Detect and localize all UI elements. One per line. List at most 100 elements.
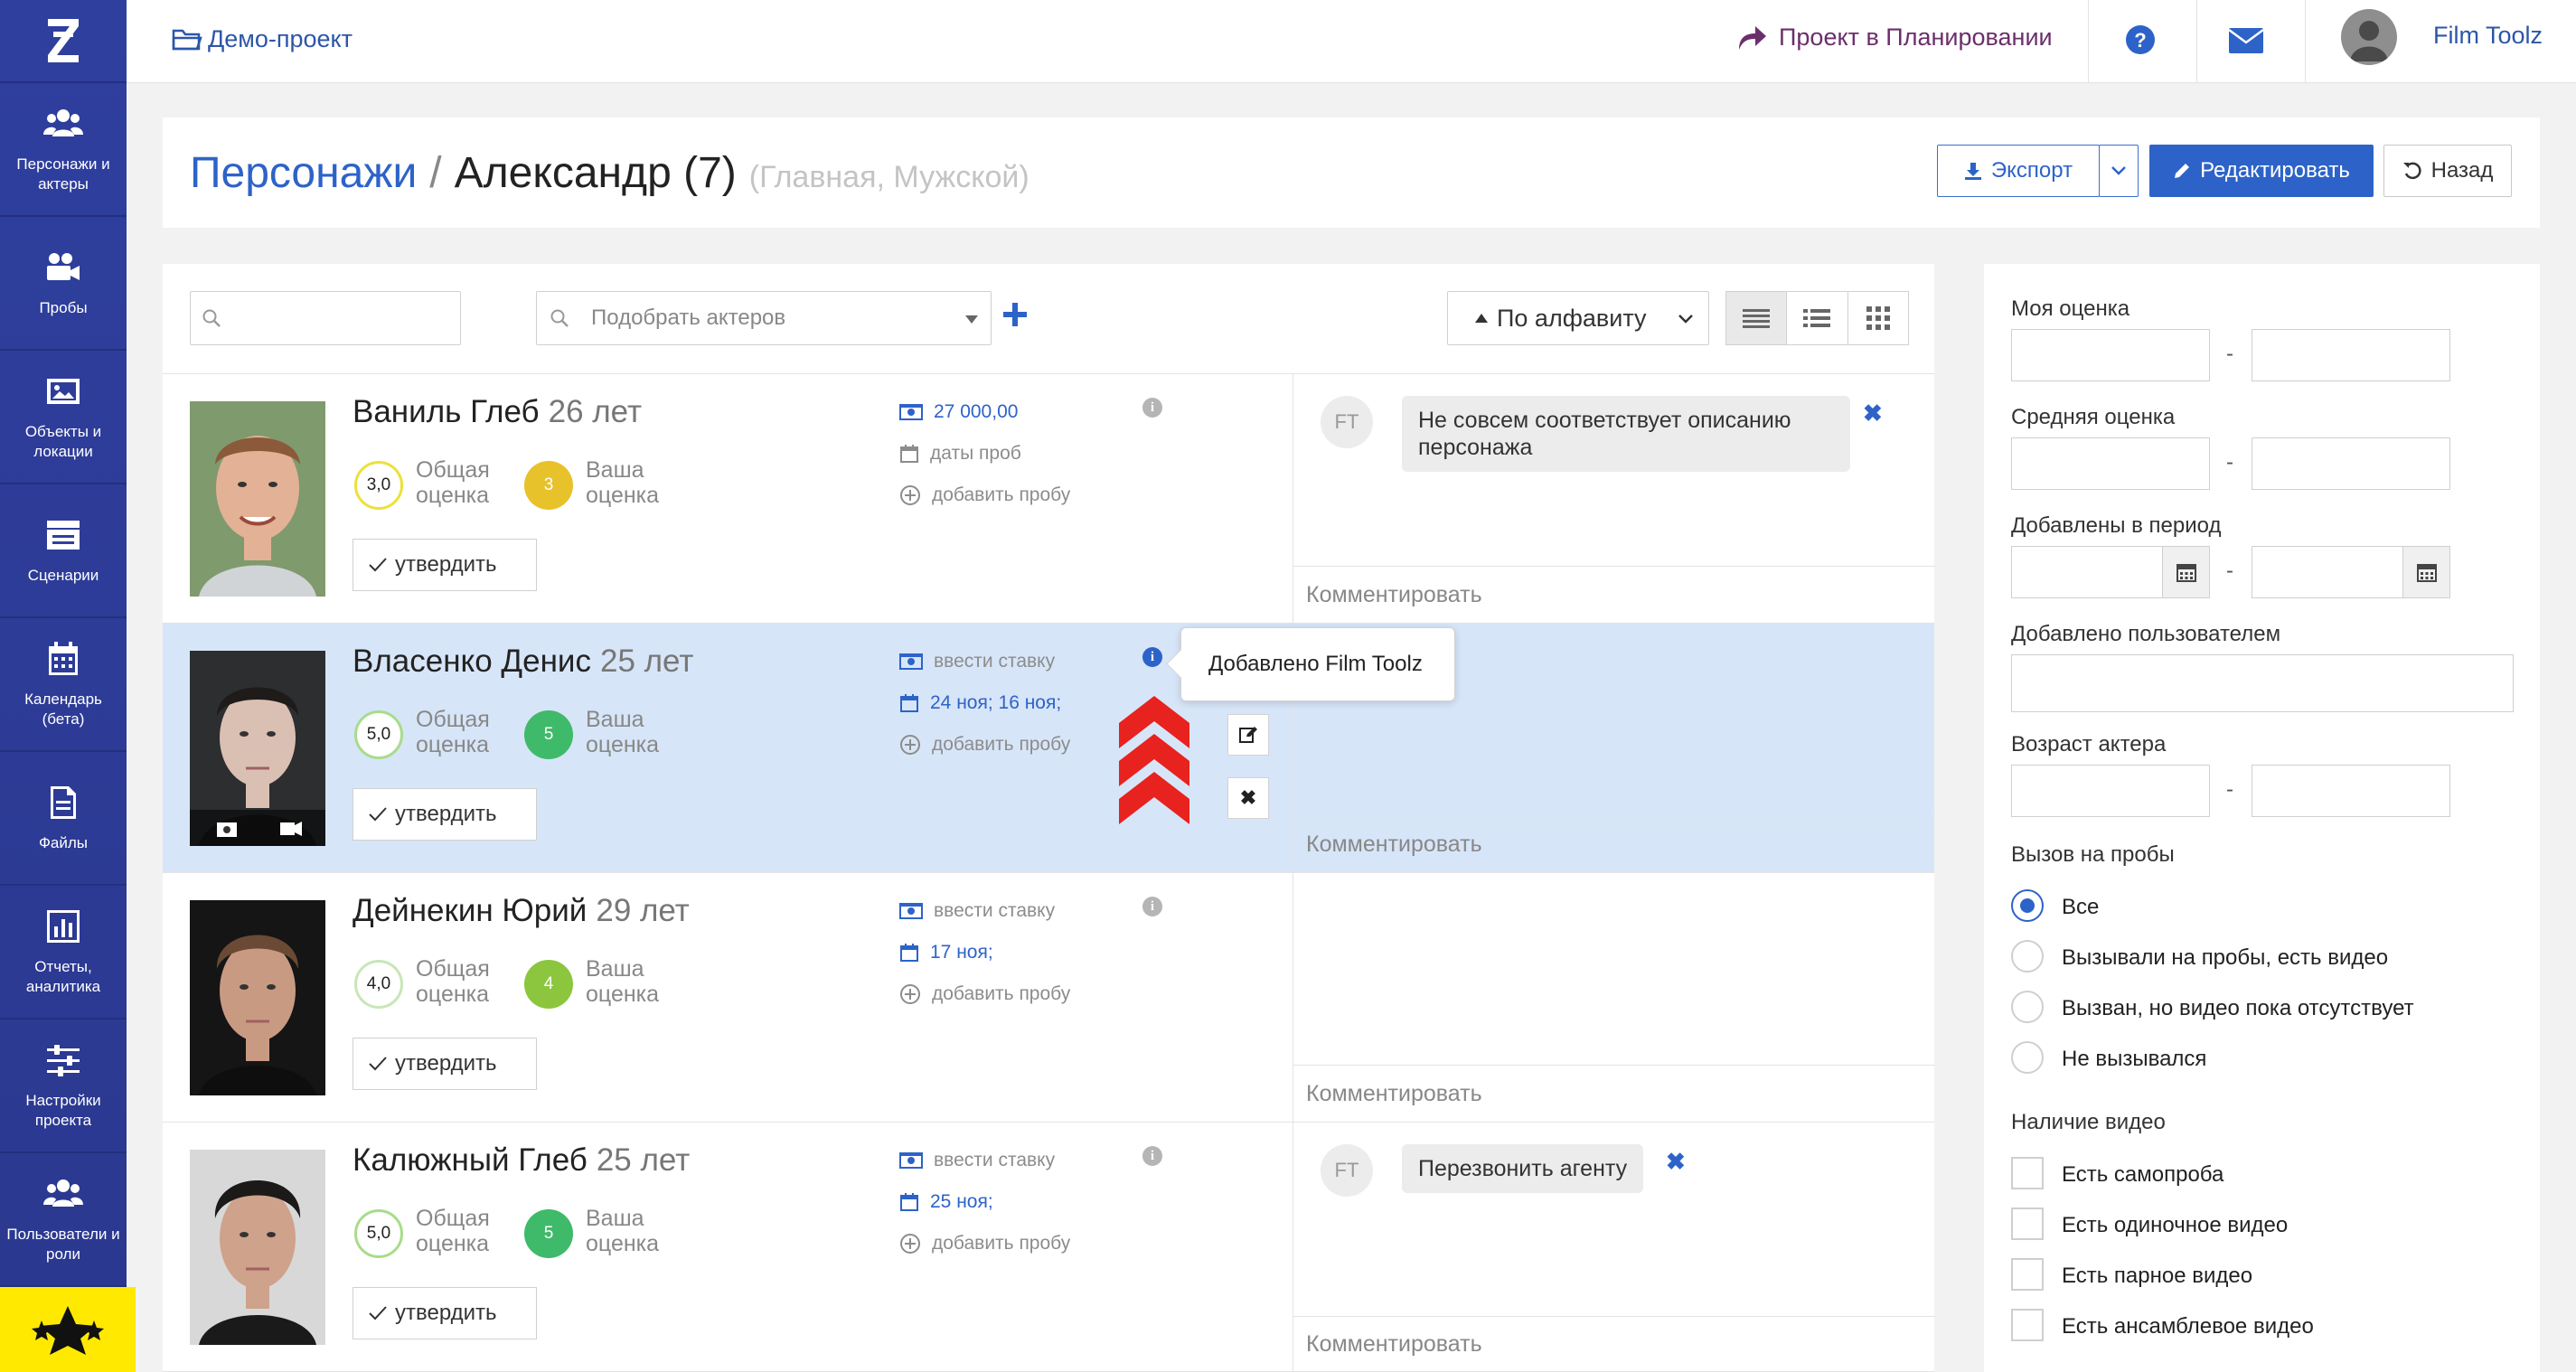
actor-name[interactable]: Власенко Денис 25 лет [353, 644, 693, 680]
camera-icon [47, 253, 80, 280]
app-logo[interactable] [0, 0, 127, 83]
back-button[interactable]: Назад [2383, 145, 2512, 197]
checkbox-pair-video[interactable] [2011, 1258, 2044, 1291]
sidebar-item-characters[interactable]: Персонажи и актеры [0, 83, 127, 217]
calendar-button[interactable] [2402, 547, 2449, 597]
mail-icon[interactable] [2228, 27, 2264, 59]
info-icon[interactable]: i [1142, 897, 1162, 916]
audition-dates-link[interactable]: даты проб [899, 443, 1021, 465]
sidebar-item-auditions[interactable]: Пробы [0, 217, 127, 351]
remove-actor-button[interactable]: ✖ [1227, 777, 1269, 819]
calendar-button[interactable] [2162, 547, 2209, 597]
avg-rating-to-input[interactable] [2252, 437, 2450, 490]
sidebar-item-files[interactable]: Файлы [0, 752, 127, 886]
radio-all[interactable] [2011, 889, 2044, 922]
rate-link[interactable]: ввести ставку [899, 651, 1055, 672]
sidebar-item-locations[interactable]: Объекты и локации [0, 351, 127, 484]
add-audition-link[interactable]: добавить пробу [899, 734, 1070, 756]
export-dropdown-button[interactable] [2099, 145, 2139, 197]
rate-link[interactable]: ввести ставку [899, 1150, 1055, 1171]
sidebar-item-calendar[interactable]: Календарь (бета) [0, 618, 127, 752]
comment-panel: Комментировать [1293, 873, 1935, 1123]
comment-input[interactable]: Комментировать [1293, 1065, 1935, 1123]
sidebar-item-label: Настройки проекта [25, 1092, 101, 1129]
project-status-link[interactable]: Проект в Планировании [1735, 23, 2053, 52]
avg-rating-from-input[interactable] [2011, 437, 2210, 490]
checkbox-self-tape[interactable] [2011, 1157, 2044, 1189]
radio-not-called[interactable] [2011, 1041, 2044, 1074]
approve-button[interactable]: утвердить [353, 788, 537, 841]
actor-name[interactable]: Ваниль Глеб 26 лет [353, 394, 642, 430]
actor-name[interactable]: Дейнекин Юрий 29 лет [353, 893, 690, 929]
actor-name[interactable]: Калюжный Глеб 25 лет [353, 1142, 690, 1179]
sidebar-item-settings[interactable]: Настройки проекта [0, 1020, 127, 1153]
my-rating-from-input[interactable] [2011, 329, 2210, 381]
comment-input[interactable]: Комментировать [1293, 815, 1935, 873]
sidebar-item-label: Отчеты, аналитика [25, 958, 101, 995]
view-grid-button[interactable] [1848, 292, 1908, 344]
delete-comment-icon[interactable]: ✖ [1666, 1148, 1686, 1176]
checkbox-ensemble-video[interactable] [2011, 1309, 2044, 1341]
actor-picker-select[interactable]: Подобрать актеров [536, 291, 992, 345]
my-score[interactable]: 4 [524, 960, 573, 1009]
actor-row[interactable]: Ваниль Глеб 26 лет 3,0 Общая оценка 3 Ваш… [163, 374, 1935, 624]
view-list-compact-button[interactable] [1726, 292, 1788, 344]
star-badge[interactable] [0, 1287, 136, 1372]
add-actor-button[interactable] [1003, 296, 1027, 333]
my-score[interactable]: 5 [524, 1209, 573, 1258]
priority-chevrons-icon[interactable] [1119, 696, 1189, 832]
edit-button[interactable]: Редактировать [2149, 145, 2374, 197]
checkbox-single-video[interactable] [2011, 1208, 2044, 1240]
comment-input[interactable]: Комментировать [1293, 1316, 1935, 1372]
info-icon[interactable]: i [1142, 1146, 1162, 1166]
period-from-input[interactable] [2011, 546, 2210, 598]
sort-select[interactable]: По алфавиту [1447, 291, 1709, 345]
age-to-input[interactable] [2252, 765, 2450, 817]
approve-button[interactable]: утвердить [353, 539, 537, 591]
info-icon[interactable]: i [1142, 398, 1162, 418]
view-list-button[interactable] [1787, 292, 1848, 344]
actor-row[interactable]: Калюжный Глеб 25 лет 5,0 Общая оценка 5 В… [163, 1123, 1935, 1372]
breadcrumb-characters[interactable]: Персонажи [190, 148, 417, 198]
audition-dates-link[interactable]: 24 ноя; 16 ноя; [899, 692, 1061, 714]
audition-dates-link[interactable]: 17 ноя; [899, 942, 993, 963]
edit-actor-button[interactable] [1227, 714, 1269, 756]
add-audition-link[interactable]: добавить пробу [899, 1233, 1070, 1255]
project-link[interactable]: Демо-проект [172, 25, 353, 53]
radio-called-with-video[interactable] [2011, 940, 2044, 973]
radio-called-no-video[interactable] [2011, 991, 2044, 1023]
export-button[interactable]: Экспорт [1937, 145, 2100, 197]
add-audition-link[interactable]: добавить пробу [899, 983, 1070, 1005]
add-audition-label: добавить пробу [932, 983, 1071, 1004]
actor-photo[interactable] [190, 1150, 325, 1345]
my-score[interactable]: 5 [524, 710, 573, 759]
info-icon[interactable]: i [1142, 647, 1162, 667]
avatar[interactable] [2341, 9, 2397, 65]
approve-button[interactable]: утвердить [353, 1038, 537, 1090]
user-name[interactable]: Film Toolz [2433, 22, 2543, 50]
age-from-input[interactable] [2011, 765, 2210, 817]
sidebar-item-users[interactable]: Пользователи и роли [0, 1153, 127, 1287]
actor-row[interactable]: Дейнекин Юрий 29 лет 4,0 Общая оценка 4 В… [163, 873, 1935, 1123]
range-dash: - [2226, 450, 2233, 475]
search-input[interactable] [190, 291, 461, 345]
actor-photo[interactable] [190, 651, 325, 846]
add-audition-link[interactable]: добавить пробу [899, 484, 1070, 506]
comment-input[interactable]: Комментировать [1293, 566, 1935, 624]
calendar-icon [49, 642, 78, 675]
my-score[interactable]: 3 [524, 461, 573, 510]
sidebar-item-scripts[interactable]: Сценарии [0, 484, 127, 618]
audition-dates-link[interactable]: 25 ноя; [899, 1191, 993, 1213]
my-rating-to-input[interactable] [2252, 329, 2450, 381]
sidebar-item-reports[interactable]: Отчеты, аналитика [0, 886, 127, 1020]
delete-comment-icon[interactable]: ✖ [1863, 399, 1883, 428]
actor-photo[interactable] [190, 401, 325, 597]
period-to-input[interactable] [2252, 546, 2450, 598]
rate-link[interactable]: 27 000,00 [899, 401, 1018, 423]
approve-button[interactable]: утвердить [353, 1287, 537, 1339]
rate-link[interactable]: ввести ставку [899, 900, 1055, 922]
actor-row[interactable]: Власенко Денис 25 лет 5,0 Общая оценка 5 … [163, 624, 1935, 873]
actor-photo[interactable] [190, 900, 325, 1095]
added-by-input[interactable] [2011, 654, 2514, 712]
help-icon[interactable]: ? [2124, 23, 2157, 61]
